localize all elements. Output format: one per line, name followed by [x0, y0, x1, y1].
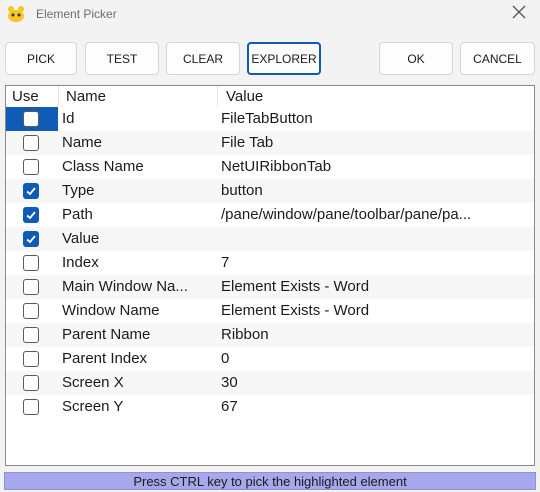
explorer-button[interactable]: EXPLORER: [247, 42, 321, 75]
property-name: Id: [62, 110, 75, 127]
table-row[interactable]: Type button: [6, 179, 534, 203]
use-cell: [6, 107, 58, 131]
property-grid[interactable]: Use Name Value Id FileTabButton Name File T…: [5, 85, 535, 466]
table-row[interactable]: Name File Tab: [6, 131, 534, 155]
checkmark-icon: [26, 235, 36, 244]
use-cell: [6, 347, 58, 371]
property-name: Screen Y: [62, 398, 124, 415]
table-row[interactable]: Parent Name Ribbon: [6, 323, 534, 347]
use-cell: [6, 275, 58, 299]
use-cell: [6, 131, 58, 155]
checkmark-icon: [26, 187, 36, 196]
window-title: Element Picker: [36, 7, 117, 21]
property-value[interactable]: /pane/window/pane/toolbar/pane/pa...: [221, 206, 531, 223]
table-row[interactable]: Main Window Na... Element Exists - Word: [6, 275, 534, 299]
use-cell: [6, 179, 58, 203]
property-name: Parent Index: [62, 350, 148, 367]
property-name: Main Window Na...: [62, 278, 188, 295]
use-checkbox[interactable]: [23, 375, 39, 391]
table-row[interactable]: Parent Index 0: [6, 347, 534, 371]
property-name: Class Name: [62, 158, 144, 175]
property-value[interactable]: 30: [221, 374, 531, 391]
table-row[interactable]: Index 7: [6, 251, 534, 275]
column-divider[interactable]: [217, 86, 218, 107]
use-checkbox[interactable]: [23, 135, 39, 151]
property-value[interactable]: Element Exists - Word: [221, 302, 531, 319]
use-checkbox[interactable]: [23, 255, 39, 271]
use-checkbox[interactable]: [23, 399, 39, 415]
title-bar: Element Picker: [0, 0, 540, 30]
use-checkbox[interactable]: [23, 111, 39, 127]
property-value[interactable]: 0: [221, 350, 531, 367]
use-checkbox[interactable]: [23, 231, 39, 247]
property-name: Parent Name: [62, 326, 151, 343]
property-name: Index: [62, 254, 99, 271]
property-value[interactable]: File Tab: [221, 134, 531, 151]
checkmark-icon: [26, 211, 36, 220]
use-checkbox[interactable]: [23, 159, 39, 175]
use-cell: [6, 251, 58, 275]
property-name: Screen X: [62, 374, 124, 391]
column-header-use[interactable]: Use: [12, 88, 39, 105]
clear-button[interactable]: CLEAR: [166, 42, 240, 75]
use-cell: [6, 155, 58, 179]
use-checkbox[interactable]: [23, 327, 39, 343]
use-cell: [6, 299, 58, 323]
table-row[interactable]: Class Name NetUIRibbonTab: [6, 155, 534, 179]
ok-button[interactable]: OK: [379, 42, 453, 75]
pick-button[interactable]: PICK: [5, 42, 77, 75]
property-value[interactable]: button: [221, 182, 531, 199]
use-checkbox[interactable]: [23, 279, 39, 295]
use-cell: [6, 395, 58, 419]
table-row[interactable]: Path/pane/window/pane/toolbar/pane/pa...: [6, 203, 534, 227]
table-row[interactable]: Window Name Element Exists - Word: [6, 299, 534, 323]
property-value[interactable]: FileTabButton: [221, 110, 531, 127]
property-name: Value: [62, 230, 100, 247]
app-bird-icon: [6, 5, 26, 23]
table-row[interactable]: Screen Y 67: [6, 395, 534, 419]
test-button[interactable]: TEST: [85, 42, 159, 75]
property-value[interactable]: 7: [221, 254, 531, 271]
property-name: Name: [62, 134, 103, 151]
status-bar: Press CTRL key to pick the highlighted e…: [4, 472, 536, 490]
table-row[interactable]: Value: [6, 227, 534, 251]
property-name: Type: [62, 182, 95, 199]
property-name: Window Name: [62, 302, 160, 319]
cancel-button[interactable]: CANCEL: [460, 42, 535, 75]
use-cell: [6, 323, 58, 347]
use-cell: [6, 203, 58, 227]
use-cell: [6, 227, 58, 251]
close-icon: [512, 5, 526, 24]
property-value[interactable]: 67: [221, 398, 531, 415]
use-checkbox[interactable]: [23, 351, 39, 367]
close-button[interactable]: [506, 2, 532, 26]
table-row[interactable]: Id FileTabButton: [6, 107, 534, 131]
property-value[interactable]: Ribbon: [221, 326, 531, 343]
use-checkbox[interactable]: [23, 303, 39, 319]
grid-header: Use Name Value: [6, 86, 534, 107]
property-name: Path: [62, 206, 93, 223]
column-header-name[interactable]: Name: [66, 88, 106, 105]
table-row[interactable]: Screen X 30: [6, 371, 534, 395]
column-divider[interactable]: [58, 86, 59, 107]
property-value[interactable]: Element Exists - Word: [221, 278, 531, 295]
use-checkbox[interactable]: [23, 183, 39, 199]
column-header-value[interactable]: Value: [226, 88, 263, 105]
use-cell: [6, 371, 58, 395]
property-value[interactable]: NetUIRibbonTab: [221, 158, 531, 175]
use-checkbox[interactable]: [23, 207, 39, 223]
